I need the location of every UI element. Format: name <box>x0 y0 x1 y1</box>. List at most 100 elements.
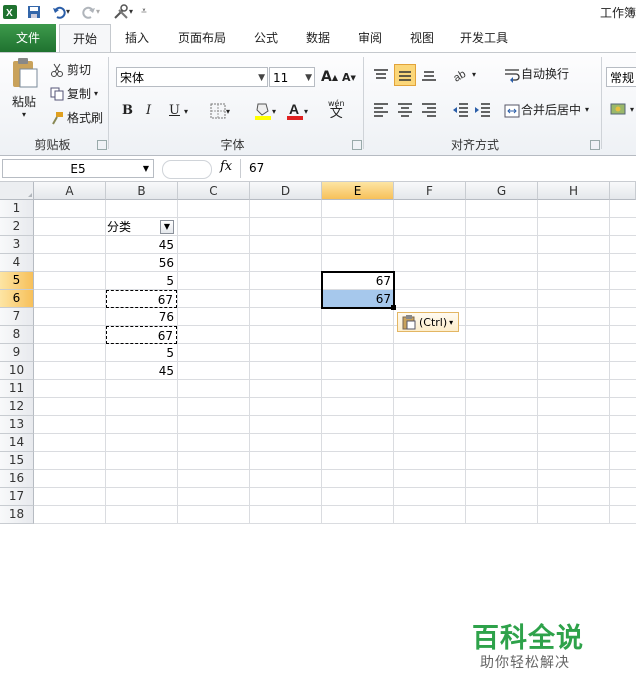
name-box[interactable]: E5 ▼ <box>2 159 154 178</box>
cell-B3[interactable]: 45 <box>106 236 177 254</box>
insert-function-icon[interactable]: fx <box>220 159 232 174</box>
column-header-C[interactable]: C <box>178 182 250 200</box>
tab-developer[interactable]: 开发工具 <box>452 24 516 52</box>
paste-button[interactable]: 粘贴 ▾ <box>6 57 42 127</box>
row-header-17[interactable]: 17 <box>0 488 34 506</box>
underline-button[interactable]: U <box>169 103 180 118</box>
tab-file[interactable]: 文件 <box>0 24 56 52</box>
column-header-partial[interactable] <box>610 182 636 200</box>
align-left-icon[interactable] <box>372 101 390 117</box>
row-header-11[interactable]: 11 <box>0 380 34 398</box>
select-all-corner[interactable] <box>0 182 34 200</box>
row-header-1[interactable]: 1 <box>0 200 34 218</box>
increase-indent-icon[interactable] <box>474 101 492 117</box>
row-header-6[interactable]: 6 <box>0 290 34 308</box>
column-header-B[interactable]: B <box>106 182 178 200</box>
font-color-icon[interactable]: A ▾ <box>286 101 308 121</box>
cell-B8[interactable]: 67 <box>106 326 177 344</box>
cell-B7[interactable]: 76 <box>106 308 177 326</box>
ribbon-tabs: 文件 开始 插入 页面布局 公式 数据 审阅 视图 开发工具 <box>0 24 636 53</box>
row-header-15[interactable]: 15 <box>0 452 34 470</box>
redo-icon[interactable]: ▾ <box>80 3 102 20</box>
tab-view[interactable]: 视图 <box>400 24 444 52</box>
borders-icon[interactable]: ▾ <box>210 103 230 119</box>
customize-icon[interactable]: ⩡ <box>138 3 150 20</box>
cut-button[interactable]: 剪切 <box>50 61 91 78</box>
format-painter-button[interactable]: 格式刷 <box>50 109 103 126</box>
row-header-2[interactable]: 2 <box>0 218 34 236</box>
worksheet-grid[interactable]: ABCDEFGH 1 2 3 4 5 6 7 8 9 10 11 12 13 14 15 16 17 18 分类 … <box>0 182 636 682</box>
clipboard-icon <box>402 315 416 330</box>
column-header-A[interactable]: A <box>34 182 106 200</box>
font-size-combo[interactable]: 11 ▼ <box>269 67 315 87</box>
row-header-9[interactable]: 9 <box>0 344 34 362</box>
row-header-13[interactable]: 13 <box>0 416 34 434</box>
tab-insert[interactable]: 插入 <box>115 24 159 52</box>
grow-font-icon[interactable]: A ▲ <box>321 69 338 85</box>
copy-icon <box>50 87 64 101</box>
column-header-H[interactable]: H <box>538 182 610 200</box>
orientation-icon[interactable]: ab ▾ <box>452 65 476 83</box>
align-middle-icon[interactable] <box>394 64 416 86</box>
cell-E5[interactable]: 67 <box>322 272 394 290</box>
alignment-group-label: 对齐方式 <box>450 138 499 152</box>
formula-input[interactable]: 67 <box>240 159 636 178</box>
clipboard-launcher-icon[interactable] <box>97 140 107 150</box>
currency-icon[interactable]: ▾ <box>610 101 634 117</box>
chevron-down-icon: ▼ <box>258 73 265 83</box>
row-header-10[interactable]: 10 <box>0 362 34 380</box>
column-header-E[interactable]: E <box>322 182 394 200</box>
row-header-18[interactable]: 18 <box>0 506 34 524</box>
cell-E6[interactable]: 67 <box>322 290 394 308</box>
watermark-title: 百科全说 <box>472 623 584 654</box>
row-header-14[interactable]: 14 <box>0 434 34 452</box>
number-format-combo[interactable]: 常规 <box>606 67 636 87</box>
tab-page-layout[interactable]: 页面布局 <box>170 24 234 52</box>
font-name-combo[interactable]: 宋体 ▼ <box>116 67 268 87</box>
formula-bar-expander[interactable] <box>162 160 212 179</box>
cell-B4[interactable]: 56 <box>106 254 177 272</box>
tools-icon[interactable]: ▾ <box>112 3 134 20</box>
row-header-7[interactable]: 7 <box>0 308 34 326</box>
align-bottom-icon[interactable] <box>420 67 438 83</box>
align-top-icon[interactable] <box>372 67 390 83</box>
alignment-launcher-icon[interactable] <box>590 140 600 150</box>
chevron-down-icon[interactable]: ▾ <box>184 107 188 116</box>
row-header-4[interactable]: 4 <box>0 254 34 272</box>
phonetic-icon[interactable]: wén 文 <box>328 99 345 120</box>
decrease-indent-icon[interactable] <box>452 101 470 117</box>
column-header-D[interactable]: D <box>250 182 322 200</box>
undo-icon[interactable]: ▾ <box>50 3 72 20</box>
shrink-font-icon[interactable]: A ▼ <box>342 71 356 84</box>
italic-button[interactable]: I <box>146 103 151 118</box>
filter-dropdown-icon[interactable]: ▼ <box>160 220 174 234</box>
row-header-5[interactable]: 5 <box>0 272 34 290</box>
tab-data[interactable]: 数据 <box>296 24 340 52</box>
tab-home[interactable]: 开始 <box>59 24 111 53</box>
cell-B2[interactable]: 分类 <box>107 218 155 236</box>
cell-B9[interactable]: 5 <box>106 344 177 362</box>
font-group-label: 字体 <box>220 138 245 152</box>
tab-review[interactable]: 审阅 <box>348 24 392 52</box>
row-header-3[interactable]: 3 <box>0 236 34 254</box>
row-header-8[interactable]: 8 <box>0 326 34 344</box>
font-launcher-icon[interactable] <box>352 140 362 150</box>
cell-B5[interactable]: 5 <box>106 272 177 290</box>
merge-center-button[interactable]: 合并后居中 ▾ <box>504 101 589 118</box>
fill-color-icon[interactable]: ▾ <box>254 101 276 121</box>
copy-button[interactable]: 复制 ▾ <box>50 85 98 102</box>
align-center-icon[interactable] <box>396 101 414 117</box>
column-header-F[interactable]: F <box>394 182 466 200</box>
cell-B6[interactable]: 67 <box>106 290 177 308</box>
row-header-16[interactable]: 16 <box>0 470 34 488</box>
align-right-icon[interactable] <box>420 101 438 117</box>
bold-button[interactable]: B <box>122 103 133 118</box>
paste-options-button[interactable]: (Ctrl) ▾ <box>397 312 459 332</box>
save-icon[interactable] <box>26 3 42 20</box>
wrap-text-button[interactable]: 自动换行 <box>504 65 569 83</box>
tab-formulas[interactable]: 公式 <box>244 24 288 52</box>
column-header-G[interactable]: G <box>466 182 538 200</box>
excel-logo-icon[interactable]: X <box>2 3 18 20</box>
cell-B10[interactable]: 45 <box>106 362 177 380</box>
row-header-12[interactable]: 12 <box>0 398 34 416</box>
